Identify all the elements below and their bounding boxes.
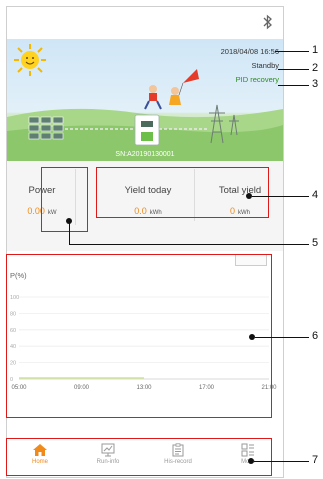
status-banner: 2018/04/08 16:56 Standby PID recovery SN…	[7, 39, 283, 161]
landscape-illustration	[7, 69, 283, 161]
leader-line-1	[275, 51, 309, 52]
callout-box-power	[41, 167, 88, 232]
leader-line-5	[69, 244, 309, 245]
callout-number-7: 7	[312, 454, 319, 466]
callout-number-2: 2	[312, 62, 319, 74]
callout-number-6: 6	[312, 330, 319, 342]
leader-line-5-vertical	[69, 222, 70, 244]
callout-number-1: 1	[312, 44, 319, 56]
callout-box-nav	[6, 438, 272, 476]
leader-line-3	[278, 85, 309, 86]
callout-box-yield	[96, 167, 269, 218]
top-bar	[7, 7, 283, 39]
leader-line-4	[252, 196, 309, 197]
bluetooth-icon[interactable]	[263, 14, 273, 30]
callout-number-3: 3	[312, 78, 319, 90]
serial-number: SN:A20190130001	[115, 151, 175, 158]
callout-number-4: 4	[312, 189, 319, 201]
callout-box-chart	[6, 254, 272, 418]
leader-line-6	[255, 337, 309, 338]
callout-number-5: 5	[312, 237, 319, 249]
leader-line-2	[278, 69, 309, 70]
leader-line-7	[254, 461, 309, 462]
